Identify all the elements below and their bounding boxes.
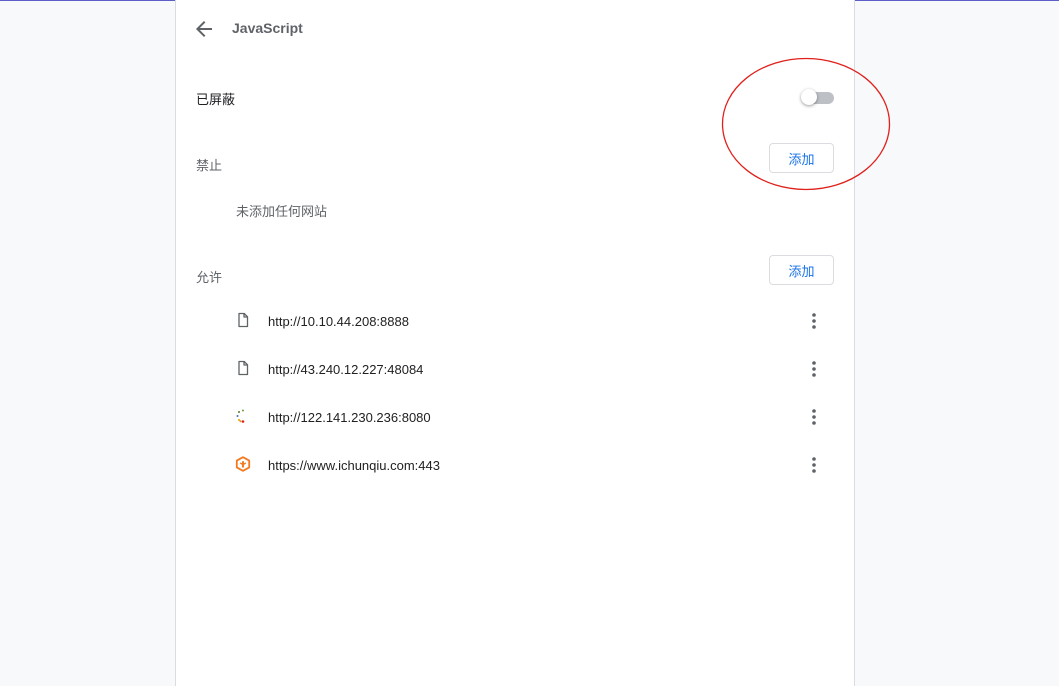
- page-header: JavaScript: [176, 0, 854, 58]
- more-actions-button[interactable]: [804, 405, 824, 429]
- site-row[interactable]: http://43.240.12.227:48084: [176, 345, 854, 393]
- site-url: http://10.10.44.208:8888: [268, 314, 409, 329]
- allow-section-header: 允许 添加: [176, 250, 854, 290]
- loading-spinner-icon: [235, 408, 251, 424]
- block-empty-text: 未添加任何网站: [236, 204, 328, 219]
- arrow-back-icon: [196, 21, 212, 37]
- allow-add-button[interactable]: 添加: [769, 255, 834, 285]
- site-row[interactable]: http://10.10.44.208:8888: [176, 297, 854, 345]
- page-icon: [235, 312, 251, 328]
- site-url: http://43.240.12.227:48084: [268, 362, 424, 377]
- block-section-header: 禁止 添加: [176, 138, 854, 178]
- block-section-label: 禁止: [196, 158, 223, 173]
- back-button[interactable]: [192, 17, 216, 41]
- blocked-toggle[interactable]: [801, 89, 835, 106]
- allow-section-label: 允许: [196, 270, 223, 285]
- page-icon: [235, 360, 251, 376]
- page-title: JavaScript: [232, 20, 303, 36]
- site-row[interactable]: https://www.ichunqiu.com:443: [176, 441, 854, 489]
- more-vert-icon: [812, 457, 816, 473]
- site-url: http://122.141.230.236:8080: [268, 410, 431, 425]
- more-actions-button[interactable]: [804, 357, 824, 381]
- blocked-toggle-label: 已屏蔽: [196, 92, 236, 107]
- block-add-button[interactable]: 添加: [769, 143, 834, 173]
- more-vert-icon: [812, 361, 816, 377]
- site-row[interactable]: http://122.141.230.236:8080: [176, 393, 854, 441]
- toggle-knob: [801, 89, 817, 105]
- more-actions-button[interactable]: [804, 453, 824, 477]
- more-vert-icon: [812, 313, 816, 329]
- site-url: https://www.ichunqiu.com:443: [268, 458, 440, 473]
- more-actions-button[interactable]: [804, 309, 824, 333]
- ichunqiu-favicon: [235, 456, 251, 472]
- settings-card: JavaScript 已屏蔽 禁止 添加 未添加任何网站 允许 添加 http:…: [175, 0, 855, 686]
- blocked-toggle-row[interactable]: 已屏蔽: [176, 72, 854, 122]
- more-vert-icon: [812, 409, 816, 425]
